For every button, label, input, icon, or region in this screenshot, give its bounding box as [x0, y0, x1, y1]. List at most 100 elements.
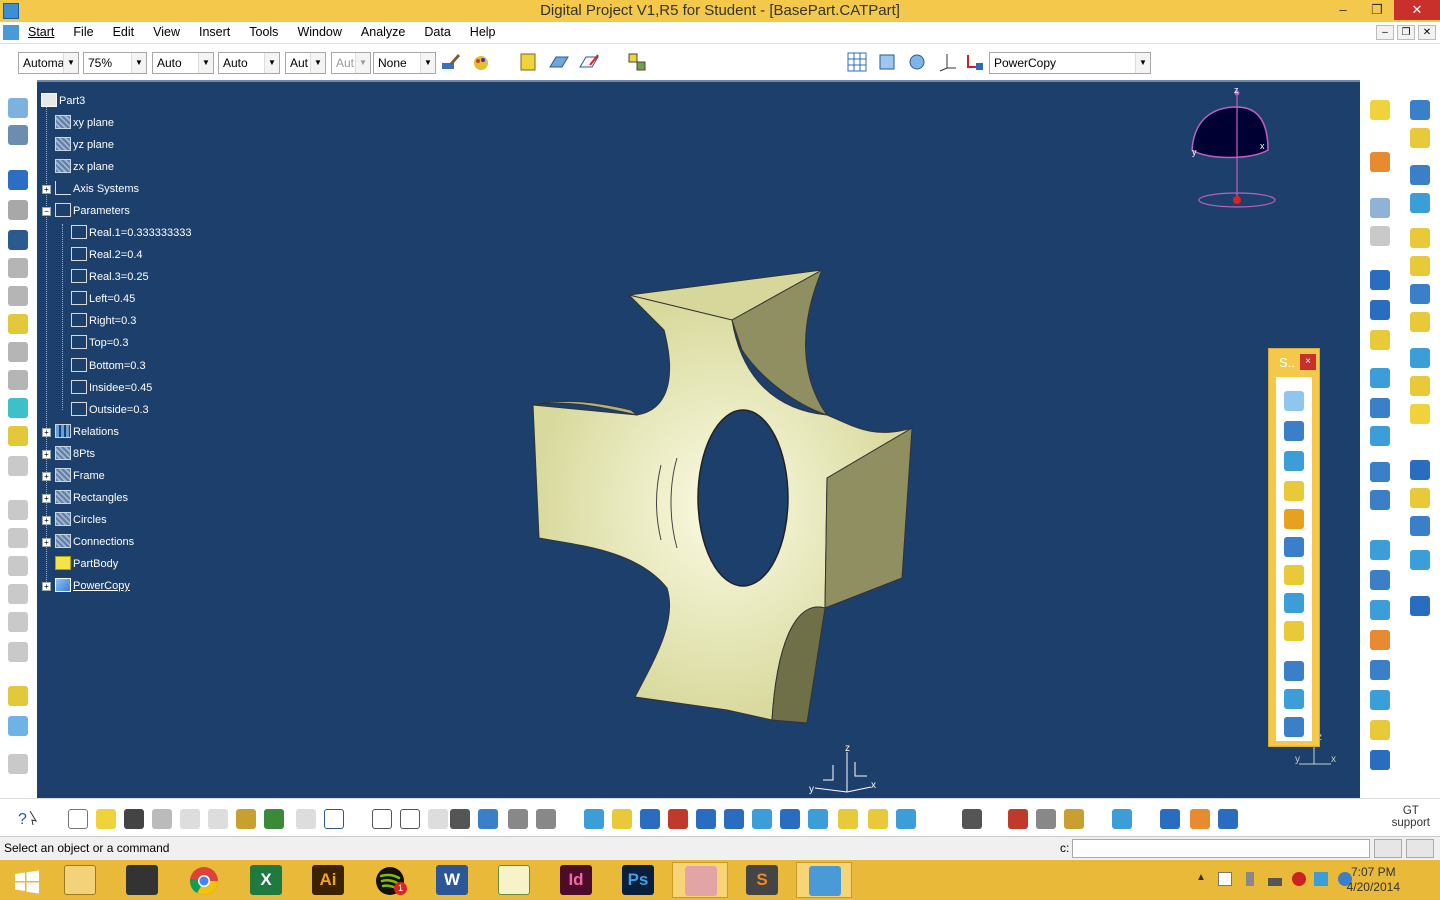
zoom-dropdown[interactable]: 75% ▼	[83, 52, 147, 74]
paste-icon[interactable]	[236, 809, 256, 829]
extract-icon[interactable]	[1410, 348, 1430, 368]
hole-icon[interactable]	[8, 286, 28, 306]
join-icon[interactable]	[1284, 661, 1304, 681]
projection-icon[interactable]	[1370, 368, 1390, 388]
pattern-icon[interactable]	[1370, 720, 1390, 740]
help-icon[interactable]	[324, 809, 344, 829]
split-tool-icon[interactable]	[1370, 600, 1390, 620]
line-icon[interactable]	[1370, 300, 1390, 320]
design-table-icon[interactable]	[1410, 193, 1430, 213]
parent-child-icon[interactable]	[536, 809, 556, 829]
extrude-surface-icon[interactable]	[1284, 391, 1304, 411]
thick-surface-icon[interactable]	[8, 716, 28, 736]
color-dropdown[interactable]: Auto ▼	[152, 52, 214, 74]
3d-viewport[interactable]: Part3 xy plane yz plane zx plane + Axis …	[37, 80, 1360, 798]
comment-icon[interactable]	[400, 809, 420, 829]
translate-icon[interactable]	[1370, 660, 1390, 680]
circle-icon[interactable]	[1370, 462, 1390, 482]
untrim-icon[interactable]	[1284, 717, 1304, 737]
revolve-surface-icon[interactable]	[1284, 421, 1304, 441]
groove-icon[interactable]	[8, 258, 28, 278]
taskbar-snipping-tool[interactable]	[672, 862, 728, 898]
taskbar-chrome[interactable]	[176, 862, 232, 898]
layer-dropdown[interactable]: Auto ▼	[218, 52, 280, 74]
color-palette-icon[interactable]	[470, 51, 492, 73]
thickness-icon[interactable]	[8, 612, 28, 632]
sketch-plane-icon[interactable]	[548, 51, 570, 73]
layers-icon[interactable]	[1410, 376, 1430, 396]
rule-icon[interactable]	[1410, 128, 1430, 148]
normal-view-icon[interactable]	[752, 809, 772, 829]
menu-data[interactable]: Data	[424, 25, 450, 39]
paint-brush-icon[interactable]	[440, 51, 462, 73]
minimize-button[interactable]: –	[1326, 0, 1360, 20]
copy-icon[interactable]	[208, 809, 228, 829]
taskbar-indesign[interactable]: Id	[548, 862, 604, 898]
bolt-icon[interactable]	[1410, 488, 1430, 508]
tree-icon[interactable]	[964, 51, 986, 73]
grid-icon[interactable]	[846, 51, 868, 73]
measure-inertia-icon[interactable]	[1064, 809, 1084, 829]
table-icon[interactable]	[450, 809, 470, 829]
view-icon[interactable]	[906, 51, 928, 73]
redo-icon[interactable]	[296, 809, 316, 829]
doc-restore-button[interactable]: ❐	[1397, 25, 1415, 40]
axis-to-axis-icon[interactable]	[1160, 809, 1180, 829]
lock-icon[interactable]	[428, 809, 448, 829]
boundary-icon[interactable]	[1370, 570, 1390, 590]
loft-icon[interactable]	[8, 456, 28, 476]
measure-between-icon[interactable]	[1008, 809, 1028, 829]
slot-icon[interactable]	[8, 342, 28, 362]
update-icon[interactable]	[962, 809, 982, 829]
taskbar-visual-studio[interactable]	[114, 862, 170, 898]
star-icon[interactable]	[1410, 550, 1430, 570]
rib-icon[interactable]	[8, 314, 28, 334]
snap-icon[interactable]	[876, 51, 898, 73]
sketch-edit-icon[interactable]	[578, 51, 600, 73]
powercopy-select[interactable]: PowerCopy ▼	[989, 52, 1151, 74]
taskbar-photoshop[interactable]: Ps	[610, 862, 666, 898]
analysis-icon[interactable]	[1112, 809, 1132, 829]
taskbar-sublime[interactable]: S	[734, 862, 790, 898]
undo-icon[interactable]	[264, 809, 284, 829]
tent-icon[interactable]	[1410, 596, 1430, 616]
open-file-icon[interactable]	[96, 809, 116, 829]
line-type-dropdown[interactable]: Automa ▼	[18, 52, 79, 74]
workbench-icon[interactable]	[1370, 100, 1390, 120]
start-button[interactable]	[0, 862, 56, 898]
taskbar-spotify[interactable]: 1	[362, 862, 418, 898]
multi-view-icon[interactable]	[780, 809, 800, 829]
stiffener-icon[interactable]	[8, 370, 28, 390]
render-dropdown[interactable]: None ▼	[373, 52, 436, 74]
offset-surface-icon[interactable]	[1284, 481, 1304, 501]
clock[interactable]: 7:07 PM 4/20/2014	[1347, 865, 1400, 895]
menu-view[interactable]: View	[153, 25, 180, 39]
link-icon[interactable]	[1410, 516, 1430, 536]
extremum-icon[interactable]	[1370, 540, 1390, 560]
menu-window[interactable]: Window	[297, 25, 341, 39]
rotate-icon[interactable]	[1370, 690, 1390, 710]
solid-combine-icon[interactable]	[8, 398, 28, 418]
save-icon[interactable]	[124, 809, 144, 829]
google-drive-icon[interactable]	[1314, 872, 1328, 886]
chamfer-icon[interactable]	[8, 528, 28, 548]
pocket-icon[interactable]	[8, 200, 28, 220]
formula-icon[interactable]	[1410, 100, 1430, 120]
blend-icon[interactable]	[1284, 621, 1304, 641]
floating-toolbar[interactable]: S.. ×	[1268, 348, 1320, 747]
snowflake-icon[interactable]	[1410, 460, 1430, 480]
open-catalog-icon[interactable]	[518, 51, 540, 73]
hide-show-icon[interactable]	[1370, 198, 1390, 218]
helix-icon[interactable]	[1284, 509, 1304, 529]
print-icon[interactable]	[152, 809, 172, 829]
maximize-button[interactable]: ❐	[1360, 0, 1394, 20]
menu-help[interactable]: Help	[470, 25, 496, 39]
knowledge-icon[interactable]	[626, 51, 648, 73]
fit-all-icon[interactable]	[612, 809, 632, 829]
action-center-icon[interactable]	[1218, 872, 1232, 886]
doc-minimize-button[interactable]: –	[1376, 25, 1394, 40]
fill-icon[interactable]	[1284, 565, 1304, 585]
pad-icon[interactable]	[8, 170, 28, 190]
menu-edit[interactable]: Edit	[113, 25, 135, 39]
translation-icon[interactable]	[8, 754, 28, 774]
